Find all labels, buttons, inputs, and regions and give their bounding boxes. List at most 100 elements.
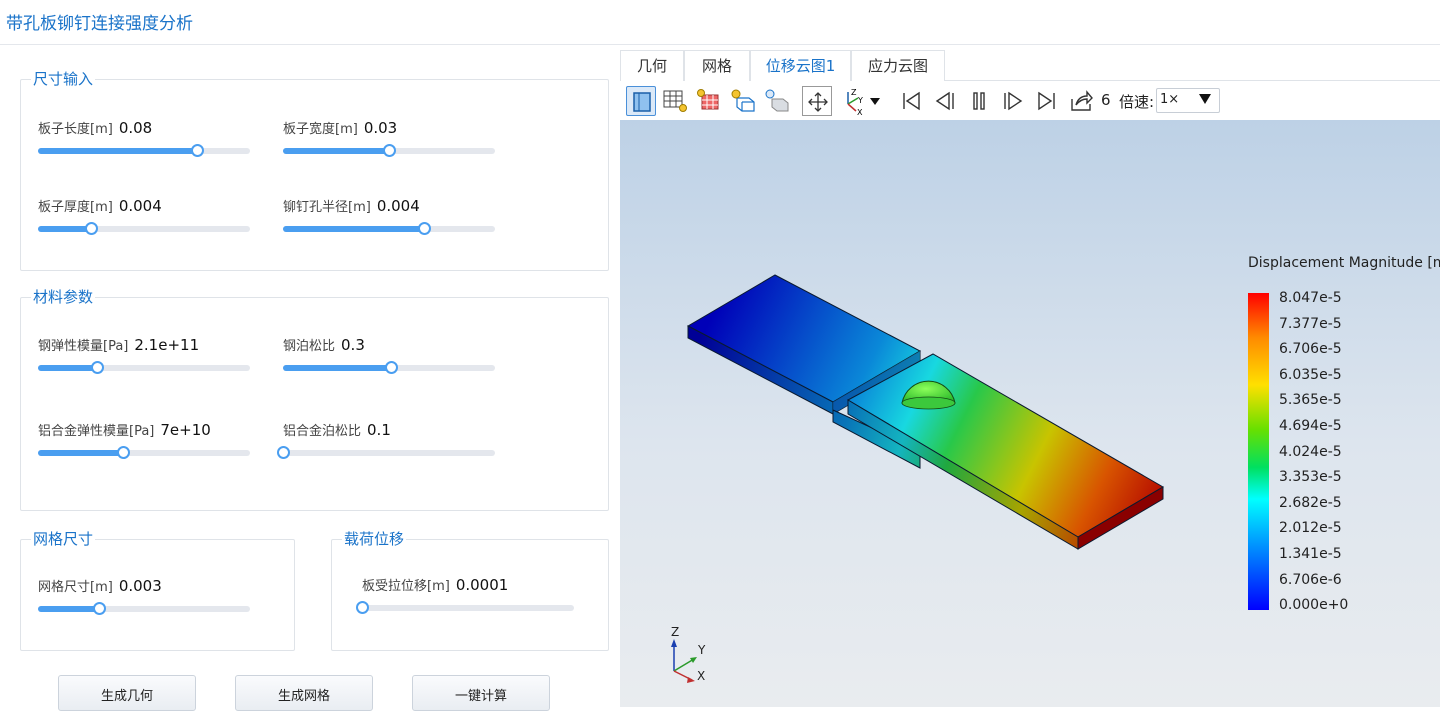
legend-tick-label: 2.682e-5 xyxy=(1279,494,1342,511)
rivet-radius-label: 铆钉孔半径[m] xyxy=(283,200,371,215)
tab-geometry[interactable]: 几何 xyxy=(620,50,684,81)
viewer-toolbar: ZYX 6 倍速: 1× xyxy=(620,82,1440,120)
speed-label: 倍速: xyxy=(1119,93,1155,111)
tension-displacement-slider[interactable] xyxy=(356,601,574,614)
slider-thumb[interactable] xyxy=(191,144,204,157)
plate-length-label: 板子长度[m] xyxy=(38,122,113,137)
tab-bar: 几何 网格 位移云图1 应力云图 xyxy=(620,50,1440,81)
legend-tick-label: 6.706e-6 xyxy=(1279,571,1342,588)
svg-text:Z: Z xyxy=(851,88,857,97)
steel-poisson-slider[interactable] xyxy=(283,361,495,374)
load-group: 载荷位移 板受拉位移[m] 0.0001 xyxy=(331,529,609,651)
al-poisson-value: 0.1 xyxy=(367,421,391,439)
generate-mesh-button[interactable]: 生成网格 xyxy=(235,675,373,711)
slider-thumb[interactable] xyxy=(418,222,432,235)
rivet-radius-slider[interactable] xyxy=(283,222,495,235)
first-frame-icon[interactable] xyxy=(896,86,926,116)
triad-x-label: X xyxy=(697,669,706,683)
fit-view-icon[interactable] xyxy=(802,86,832,116)
mesh-size-title: 网格尺寸 xyxy=(31,529,96,549)
export-icon[interactable] xyxy=(1066,86,1096,116)
tab-mesh[interactable]: 网格 xyxy=(684,50,750,81)
generate-geometry-button[interactable]: 生成几何 xyxy=(58,675,196,711)
legend-tick-label: 0.000e+0 xyxy=(1279,597,1349,614)
steel-poisson-label: 钢泊松比 xyxy=(283,339,336,354)
al-modulus-label: 铝合金弹性模量[Pa] xyxy=(38,424,155,439)
render-viewport[interactable]: Displacement Magnitude [m] 8.047e-5 7.377… xyxy=(620,120,1440,707)
app-title: 带孔板铆钉连接强度分析 xyxy=(6,14,193,34)
orientation-triad xyxy=(671,639,697,683)
triad-y-label: Y xyxy=(698,643,706,657)
speed-select-value: 1× xyxy=(1160,92,1180,107)
slider-fill xyxy=(283,226,425,232)
plate-length-slider[interactable] xyxy=(38,144,250,157)
last-frame-icon[interactable] xyxy=(1032,86,1062,116)
legend-tick-label: 7.377e-5 xyxy=(1279,315,1342,332)
mesh-size-group: 网格尺寸 网格尺寸[m] 0.003 xyxy=(20,529,295,651)
light-surface-icon[interactable] xyxy=(762,86,792,116)
material-group: 材料参数 钢弹性模量[Pa] 2.1e+11 钢泊松比 0.3 铝合金弹性模量[Pa… xyxy=(20,287,609,511)
svg-text:Y: Y xyxy=(857,96,863,105)
al-poisson-label: 铝合金泊松比 xyxy=(283,424,362,439)
legend-tick-label: 6.706e-5 xyxy=(1279,341,1342,358)
surface-icon[interactable] xyxy=(694,86,724,116)
slider-fill xyxy=(38,226,91,232)
slider-thumb[interactable] xyxy=(356,601,369,614)
next-frame-icon[interactable] xyxy=(998,86,1028,116)
prev-frame-icon[interactable] xyxy=(930,86,960,116)
axes-icon[interactable]: ZYX xyxy=(838,86,884,117)
mesh-size-slider[interactable] xyxy=(38,602,250,615)
rivet-radius-value: 0.004 xyxy=(376,197,420,215)
steel-modulus-slider[interactable] xyxy=(38,361,250,374)
plate-width-value: 0.03 xyxy=(363,119,398,137)
steel-modulus-value: 2.1e+11 xyxy=(134,336,200,354)
plate-width-slider[interactable] xyxy=(283,144,495,157)
legend-tick-label: 2.012e-5 xyxy=(1279,520,1342,537)
material-title: 材料参数 xyxy=(31,287,96,307)
slider-fill xyxy=(38,606,100,612)
plate-thickness-label: 板子厚度[m] xyxy=(38,200,113,215)
legend-tick-label: 8.047e-5 xyxy=(1279,290,1342,306)
tab-stress[interactable]: 应力云图 xyxy=(851,50,945,81)
steel-modulus-label: 钢弹性模量[Pa] xyxy=(38,339,129,354)
tension-displacement-value: 0.0001 xyxy=(455,576,509,594)
size-input-group: 尺寸输入 板子长度[m] 0.08 板子宽度[m] 0.03 板子厚度[m] 0.00… xyxy=(20,69,609,271)
plate-thickness-value: 0.004 xyxy=(118,197,162,215)
tab-displacement[interactable]: 位移云图1 xyxy=(750,50,851,81)
light-wireframe-icon[interactable] xyxy=(728,86,758,116)
slider-thumb[interactable] xyxy=(385,361,399,374)
speed-select[interactable]: 1× xyxy=(1156,88,1220,113)
slider-thumb[interactable] xyxy=(85,222,98,235)
wireframe-icon[interactable] xyxy=(660,86,690,116)
frame-number: 6 xyxy=(1101,91,1111,109)
slider-thumb[interactable] xyxy=(91,361,105,374)
slider-thumb[interactable] xyxy=(93,602,107,615)
legend-tick-label: 4.694e-5 xyxy=(1279,418,1342,434)
size-input-title: 尺寸输入 xyxy=(31,69,96,89)
legend-tick-label: 4.024e-5 xyxy=(1279,443,1342,460)
slider-fill xyxy=(38,148,197,154)
compute-button[interactable]: 一键计算 xyxy=(412,675,550,711)
legend-tick-label: 6.035e-5 xyxy=(1279,366,1342,383)
slider-fill xyxy=(283,148,389,154)
pause-icon[interactable] xyxy=(964,86,994,116)
slider-thumb[interactable] xyxy=(277,446,290,459)
front-view-icon[interactable] xyxy=(626,86,656,116)
al-poisson-slider[interactable] xyxy=(277,446,495,459)
slider-fill xyxy=(283,365,392,371)
al-modulus-slider[interactable] xyxy=(38,446,250,459)
slider-fill xyxy=(38,365,98,371)
svg-text:X: X xyxy=(857,108,863,116)
plate-width-label: 板子宽度[m] xyxy=(283,122,358,137)
slider-thumb[interactable] xyxy=(383,144,396,157)
legend-tick-label: 1.341e-5 xyxy=(1279,546,1342,562)
legend-tick-label: 3.353e-5 xyxy=(1279,469,1342,486)
color-scale-bar xyxy=(1248,293,1269,610)
mesh-size-value: 0.003 xyxy=(118,577,162,595)
plate-thickness-slider[interactable] xyxy=(38,222,250,235)
load-title: 载荷位移 xyxy=(342,529,407,549)
triad-z-label: Z xyxy=(671,625,680,639)
steel-poisson-value: 0.3 xyxy=(341,336,365,354)
chevron-down-icon xyxy=(1199,94,1211,104)
slider-thumb[interactable] xyxy=(116,446,130,459)
